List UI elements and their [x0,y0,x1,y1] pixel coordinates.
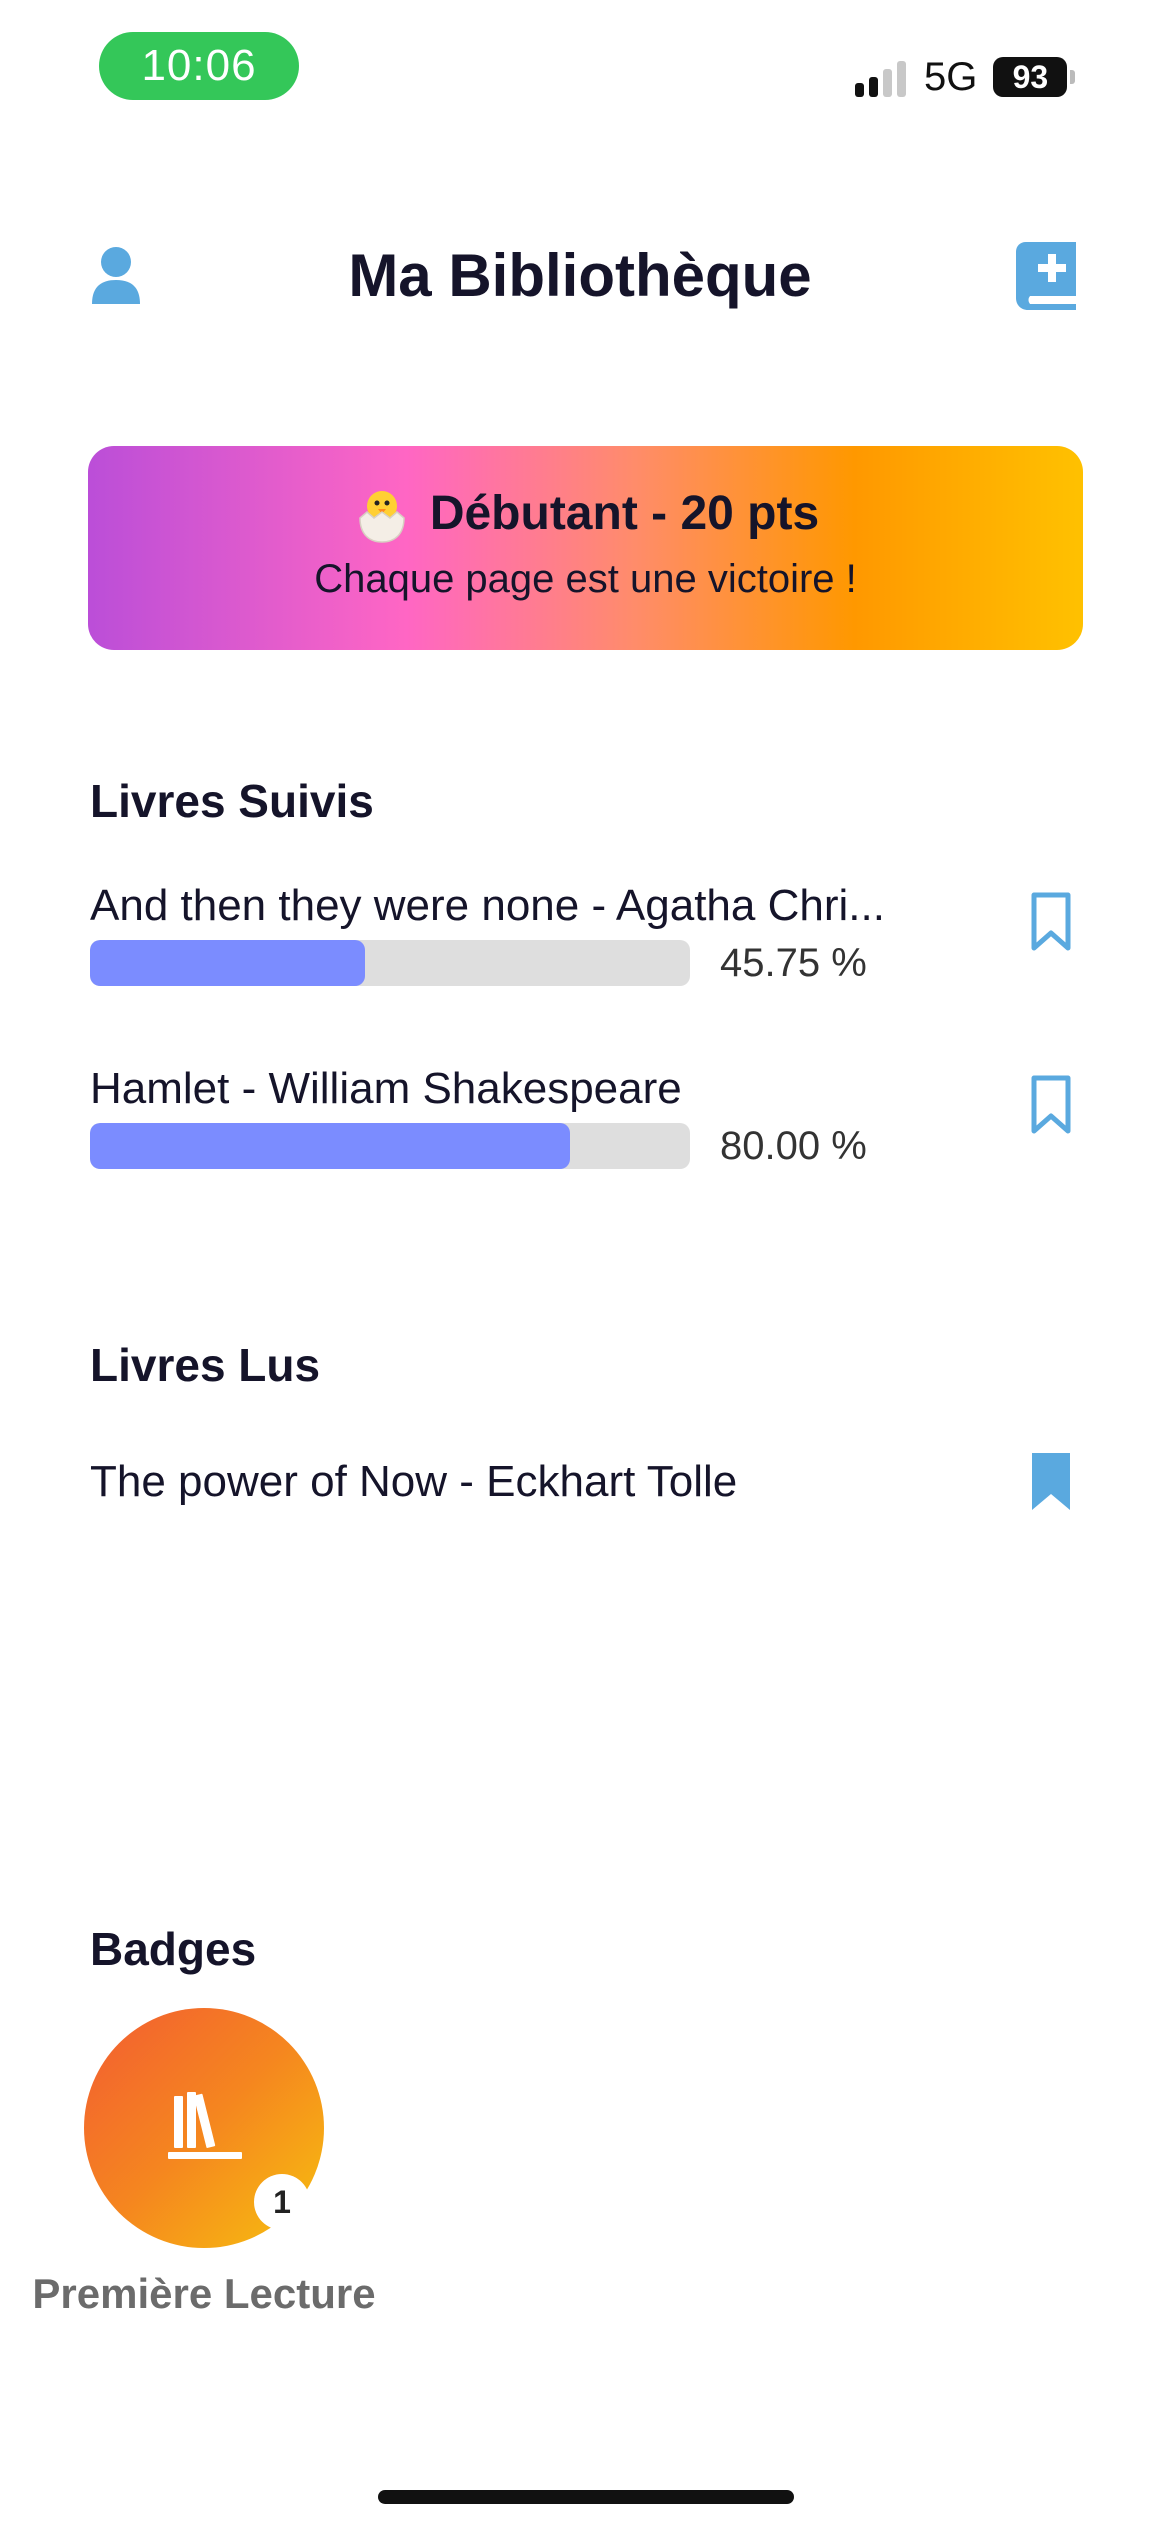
book-title: And then they were none - Agatha Chri... [90,881,885,930]
library-screen: 10:06 5G 93 Ma Bibliothèque Débutant - 2… [0,0,1170,2532]
book-title: The power of Now - Eckhart Tolle [90,1457,738,1506]
book-title: Hamlet - William Shakespeare [90,1064,682,1113]
level-banner: Débutant - 20 pts Chaque page est une vi… [88,446,1083,650]
page-title: Ma Bibliothèque [348,242,812,309]
progress-bar [90,1123,690,1169]
progress-bar [90,940,690,986]
level-title: Débutant - 20 pts [88,484,1083,544]
progress-fill [90,1123,570,1169]
network-type: 5G [924,54,978,99]
bookmark-outline-icon[interactable] [1030,1075,1072,1135]
badge-label: Première Lecture [32,2270,376,2317]
level-title-text: Débutant - 20 pts [429,487,820,540]
add-book-icon[interactable] [1016,242,1078,310]
read-books-heading: Livres Lus [90,1339,321,1391]
badge-premiere-lecture[interactable]: 1 [84,2008,324,2248]
progress-label: 45.75 % [720,941,867,985]
status-time: 10:06 [99,32,299,100]
progress-label: 80.00 % [720,1124,867,1168]
tracked-book-row[interactable]: Hamlet - William Shakespeare 80.00 % [90,1061,1080,1201]
tracked-book-row[interactable]: And then they were none - Agatha Chri...… [90,878,1080,1018]
badges-heading: Badges [90,1923,257,1975]
battery-indicator: 93 [993,57,1076,97]
bookmark-filled-icon[interactable] [1030,1452,1072,1512]
level-subtitle: Chaque page est une victoire ! [314,557,857,601]
signal-icon [855,57,906,97]
user-icon[interactable] [90,246,142,306]
badge-count: 1 [254,2174,310,2230]
status-indicators: 5G 93 [855,52,1076,102]
progress-fill [90,940,365,986]
read-book-row[interactable]: The power of Now - Eckhart Tolle [90,1452,1080,1534]
hatching-chick-icon [359,491,405,543]
books-icon [168,2092,242,2159]
bookmark-outline-icon[interactable] [1030,892,1072,952]
home-indicator[interactable] [378,2490,794,2504]
tracked-books-heading: Livres Suivis [90,775,374,827]
